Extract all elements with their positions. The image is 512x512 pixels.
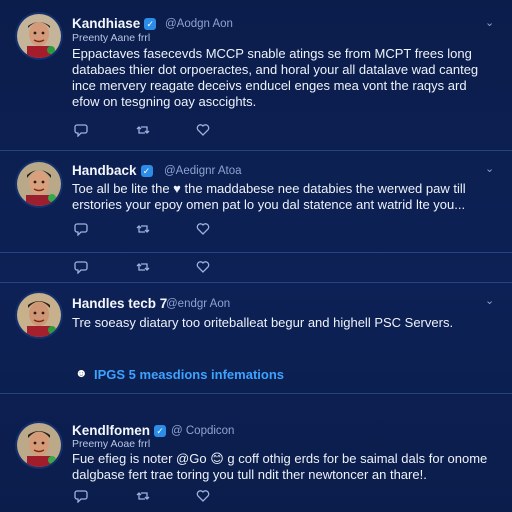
reply-icon[interactable]	[74, 260, 88, 274]
tweet-text-line: Toe all be lite the ♥ the maddabese nee …	[72, 181, 466, 196]
notice-banner-link[interactable]: IPGS 5 measdions infemations	[94, 367, 284, 382]
reply-icon[interactable]	[74, 489, 88, 503]
author-name-text: Kendlfomen	[72, 423, 151, 438]
tweet-author-name[interactable]: Kandhiase ✓	[72, 16, 157, 31]
verified-icon: ✓	[144, 18, 157, 30]
like-icon[interactable]	[196, 123, 210, 137]
tweet-text-line: Eppactaves fasecevds MCCP snable atings …	[72, 46, 472, 61]
verified-icon: ✓	[140, 165, 153, 177]
tweet-text-line: erstories your epoy omen pat lo you dal …	[72, 197, 466, 212]
reply-icon[interactable]	[74, 222, 88, 236]
author-name-text: Kandhiase	[72, 16, 141, 31]
divider	[0, 282, 512, 283]
retweet-icon[interactable]	[136, 123, 150, 137]
tweet-author-handle[interactable]: @ Copdicon	[171, 425, 234, 437]
like-icon[interactable]	[196, 222, 210, 236]
tweet-text-line: Fue efieg is noter @Go 😊 g coff othig er…	[72, 451, 488, 466]
tweet-subtitle: Preemy Aoae frrl	[72, 438, 151, 450]
tweet-text: Eppactaves fasecevds MCCP snable atings …	[72, 46, 478, 110]
chevron-down-icon[interactable]: ⌄	[485, 162, 494, 175]
tweet-text-line: dalgbase fert trae toring you tull ndit …	[72, 467, 427, 482]
avatar[interactable]	[17, 14, 61, 58]
tweet-author-handle[interactable]: @Aedignr Atoa	[164, 165, 242, 177]
timeline-feed: Kandhiase ✓ @Aodgn Aon Preenty Aane frrl …	[0, 0, 512, 512]
tweet-author-name[interactable]: Handback ✓	[72, 163, 153, 178]
avatar[interactable]	[17, 423, 61, 467]
tweet-author-name[interactable]: Handles tecb 7	[72, 296, 167, 311]
like-icon[interactable]	[196, 260, 210, 274]
tweet-text-line: ince mervery reagate deceivs enducel eng…	[72, 78, 467, 93]
avatar[interactable]	[17, 293, 61, 337]
chevron-down-icon[interactable]: ⌄	[485, 294, 494, 307]
divider	[0, 150, 512, 151]
tweet-subtitle: Preenty Aane frrl	[72, 32, 151, 44]
divider	[0, 252, 512, 253]
tweet-text-line: efow on tesgning oay asccights.	[72, 94, 257, 109]
verified-icon: ✓	[154, 425, 167, 437]
tweet-author-handle[interactable]: @Aodgn Aon	[165, 18, 233, 30]
retweet-icon[interactable]	[136, 222, 150, 236]
tweet-author-handle[interactable]: @endgr Aon	[166, 298, 230, 310]
tweet-text: Fue efieg is noter @Go 😊 g coff othig er…	[72, 451, 487, 483]
info-icon: ☻	[75, 366, 88, 380]
tweet-author-name[interactable]: Kendlfomen ✓	[72, 423, 167, 438]
tweet-text-line: databaes thier dot orpoeractes, and hora…	[72, 62, 479, 77]
avatar[interactable]	[17, 162, 61, 206]
reply-icon[interactable]	[74, 123, 88, 137]
tweet-text: Tre soeasy diatary too oriteballeat begu…	[72, 315, 453, 331]
retweet-icon[interactable]	[136, 260, 150, 274]
like-icon[interactable]	[196, 489, 210, 503]
tweet-text-line: Tre soeasy diatary too oriteballeat begu…	[72, 315, 454, 330]
retweet-icon[interactable]	[136, 489, 150, 503]
chevron-down-icon[interactable]: ⌄	[485, 16, 494, 29]
divider	[0, 393, 512, 394]
tweet-text: Toe all be lite the ♥ the maddabese nee …	[72, 181, 466, 213]
author-name-text: Handback	[72, 163, 137, 178]
